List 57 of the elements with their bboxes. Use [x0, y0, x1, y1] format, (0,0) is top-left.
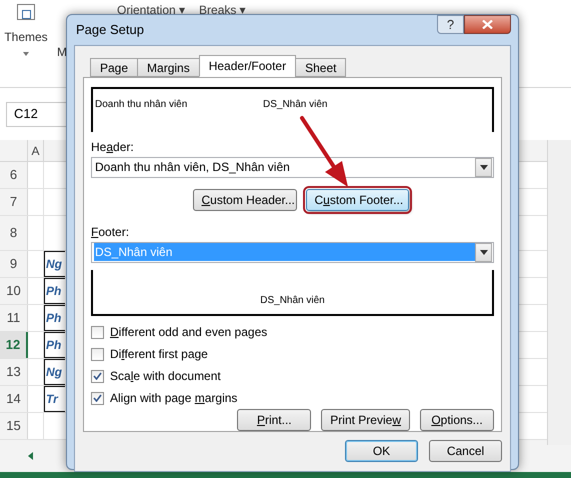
- dialog-button[interactable]: Options...: [420, 409, 494, 432]
- help-button[interactable]: ?: [437, 15, 464, 34]
- row-header[interactable]: 15: [0, 413, 28, 439]
- checkbox[interactable]: [91, 370, 104, 383]
- close-icon: [482, 20, 493, 29]
- checkbox-label: Different first page: [110, 346, 208, 364]
- header-dropdown[interactable]: Doanh thu nhân viên, DS_Nhân viên: [91, 156, 494, 178]
- table-cell: Ph: [44, 305, 65, 331]
- table-cell: Tr: [44, 386, 65, 412]
- scroll-left-icon[interactable]: [28, 452, 33, 460]
- tab[interactable]: Margins: [137, 58, 200, 77]
- checkbox-label: Different odd and even pages: [110, 324, 268, 342]
- themes-icon: [17, 4, 35, 20]
- dialog-button[interactable]: Cancel: [429, 440, 502, 462]
- caret-icon: [480, 250, 488, 255]
- check-icon: [93, 372, 102, 380]
- column-header[interactable]: A: [28, 140, 44, 161]
- dialog-button[interactable]: OK: [345, 440, 418, 462]
- field-label: Footer:: [91, 224, 130, 241]
- preview-text: Doanh thu nhân viên: [94, 98, 188, 112]
- row-header[interactable]: 14: [0, 386, 28, 412]
- dialog-button[interactable]: Print...: [237, 409, 312, 432]
- custom-button[interactable]: Custom Header...: [192, 188, 296, 211]
- row-header[interactable]: 13: [0, 359, 28, 385]
- table-cell: Ng: [44, 251, 65, 277]
- dropdown-button[interactable]: [475, 242, 492, 262]
- preview-text: DS_Nhân viên: [260, 294, 325, 308]
- themes-button[interactable]: Themes: [3, 4, 49, 56]
- row-header[interactable]: 6: [0, 162, 28, 188]
- checkbox[interactable]: [91, 392, 104, 405]
- vertical-scrollbar[interactable]: [547, 140, 571, 445]
- field-label: Header:: [91, 138, 135, 156]
- row-header[interactable]: 10: [0, 278, 28, 304]
- window-title: Page Setup: [76, 21, 144, 40]
- checkbox[interactable]: [91, 348, 104, 361]
- table-cell: Ng: [44, 359, 65, 385]
- row-header[interactable]: 7: [0, 189, 28, 215]
- dropdown-button[interactable]: [475, 158, 492, 177]
- tab[interactable]: Header/Footer: [198, 55, 296, 77]
- table-cell: Ph: [44, 332, 65, 358]
- preview-text: DS_Nhân viên: [263, 98, 328, 112]
- caret-icon: [23, 52, 29, 56]
- caret-icon: [480, 164, 488, 170]
- dialog-button[interactable]: Print Preview: [321, 409, 410, 432]
- tab[interactable]: Sheet: [295, 58, 346, 77]
- row-header[interactable]: 8: [0, 216, 28, 250]
- checkbox-label: Scale with document: [110, 368, 221, 386]
- check-icon: [93, 394, 102, 402]
- close-button[interactable]: [464, 15, 511, 34]
- table-cell: Ph: [44, 278, 65, 304]
- row-header[interactable]: 9: [0, 251, 28, 277]
- checkbox-label: Align with page margins: [110, 390, 238, 408]
- ribbon-label: M: [57, 44, 67, 61]
- tab[interactable]: Page: [90, 58, 138, 77]
- row-header[interactable]: 12: [0, 332, 28, 358]
- row-header[interactable]: 11: [0, 305, 28, 331]
- checkbox[interactable]: [91, 326, 104, 339]
